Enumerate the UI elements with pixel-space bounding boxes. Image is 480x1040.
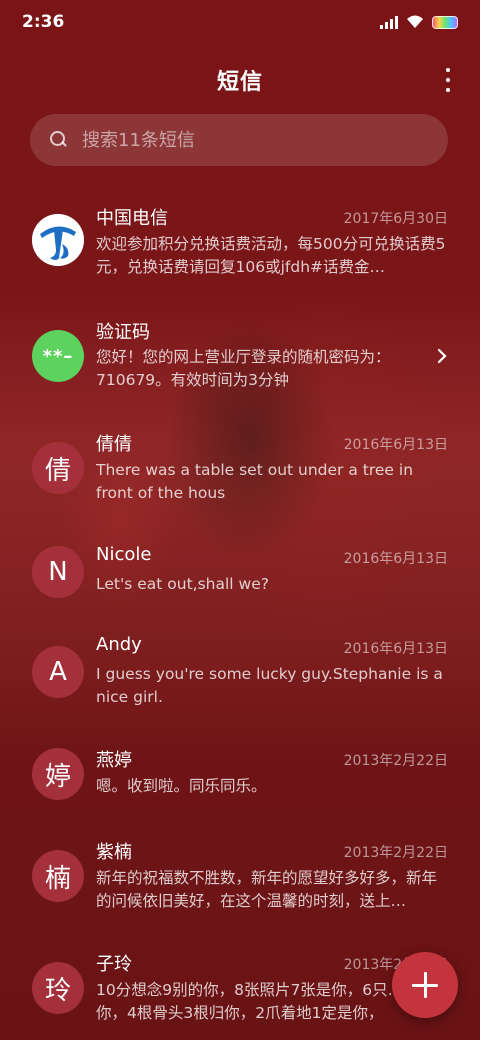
conversation-item[interactable]: 婷 燕婷 2013年2月22日 嗯。收到啦。同乐同乐。 bbox=[0, 736, 480, 822]
contact-name: 中国电信 bbox=[96, 208, 168, 229]
contact-avatar: 倩 bbox=[32, 442, 84, 494]
message-preview: 您好！您的网上营业厅登录的随机密码为：710679。有效时间为3分钟 bbox=[96, 348, 391, 389]
message-preview: I guess you're some lucky guy.Stephanie … bbox=[96, 665, 443, 706]
status-bar: 2:36 bbox=[0, 0, 480, 44]
contact-avatar: 楠 bbox=[32, 850, 84, 902]
contact-avatar: 婷 bbox=[32, 748, 84, 800]
status-time: 2:36 bbox=[22, 12, 65, 32]
search-bar[interactable] bbox=[30, 114, 448, 166]
conversation-item[interactable]: 楠 紫楠 2013年2月22日 新年的祝福数不胜数，新年的愿望好多好多，新年的问… bbox=[0, 828, 480, 932]
china-telecom-avatar bbox=[32, 214, 84, 266]
plus-icon bbox=[412, 972, 438, 998]
contact-avatar: A bbox=[32, 646, 84, 698]
message-date: 2017年6月30日 bbox=[343, 211, 448, 227]
message-date: 2016年6月13日 bbox=[343, 551, 448, 567]
contact-name: Nicole bbox=[96, 544, 152, 565]
conversation-item[interactable]: 倩 倩倩 2016年6月13日 There was a table set ou… bbox=[0, 418, 480, 522]
contact-name: Andy bbox=[96, 634, 142, 655]
more-options-icon[interactable] bbox=[444, 68, 452, 92]
contact-avatar: 玲 bbox=[32, 962, 84, 1014]
conversation-item[interactable]: **– 验证码 您好！您的网上营业厅登录的随机密码为：710679。有效时间为3… bbox=[0, 306, 480, 408]
conversation-item[interactable]: A Andy 2016年6月13日 I guess you're some lu… bbox=[0, 622, 480, 726]
contact-name: 验证码 bbox=[96, 322, 150, 343]
battery-icon bbox=[432, 15, 458, 29]
new-message-button[interactable] bbox=[392, 952, 458, 1018]
contact-avatar: N bbox=[32, 546, 84, 598]
search-icon bbox=[50, 131, 68, 149]
conversation-item[interactable]: N Nicole 2016年6月13日 Let's eat out,shall … bbox=[0, 532, 480, 618]
message-date: 2016年6月13日 bbox=[343, 641, 448, 657]
china-telecom-logo-icon bbox=[32, 214, 84, 266]
message-preview: Let's eat out,shall we? bbox=[96, 575, 269, 593]
contact-name: 燕婷 bbox=[96, 750, 132, 771]
message-preview: 新年的祝福数不胜数，新年的愿望好多好多，新年的问候依旧美好，在这个温馨的时刻，送… bbox=[96, 869, 438, 910]
title-bar: 短信 bbox=[0, 58, 480, 102]
message-preview: There was a table set out under a tree i… bbox=[96, 461, 414, 502]
contact-name: 子玲 bbox=[96, 954, 132, 975]
wifi-icon bbox=[407, 15, 423, 28]
search-input[interactable] bbox=[82, 129, 412, 151]
signal-icon bbox=[380, 15, 398, 29]
message-date: 2016年6月13日 bbox=[343, 437, 448, 453]
chevron-right-icon bbox=[437, 348, 447, 364]
verification-code-avatar: **– bbox=[32, 330, 84, 382]
page-title: 短信 bbox=[216, 70, 263, 95]
contact-name: 倩倩 bbox=[96, 434, 132, 455]
message-preview: 嗯。收到啦。同乐同乐。 bbox=[96, 777, 267, 795]
conversation-item[interactable]: 中国电信 2017年6月30日 欢迎参加积分兑换话费活动，每500分可兑换话费5… bbox=[0, 190, 480, 292]
contact-name: 紫楠 bbox=[96, 842, 132, 863]
message-date: 2013年2月22日 bbox=[343, 753, 448, 769]
message-preview: 欢迎参加积分兑换话费活动，每500分可兑换话费5元，兑换话费请回复106或jfd… bbox=[96, 235, 446, 276]
status-icons bbox=[380, 15, 458, 29]
message-date: 2013年2月22日 bbox=[343, 845, 448, 861]
